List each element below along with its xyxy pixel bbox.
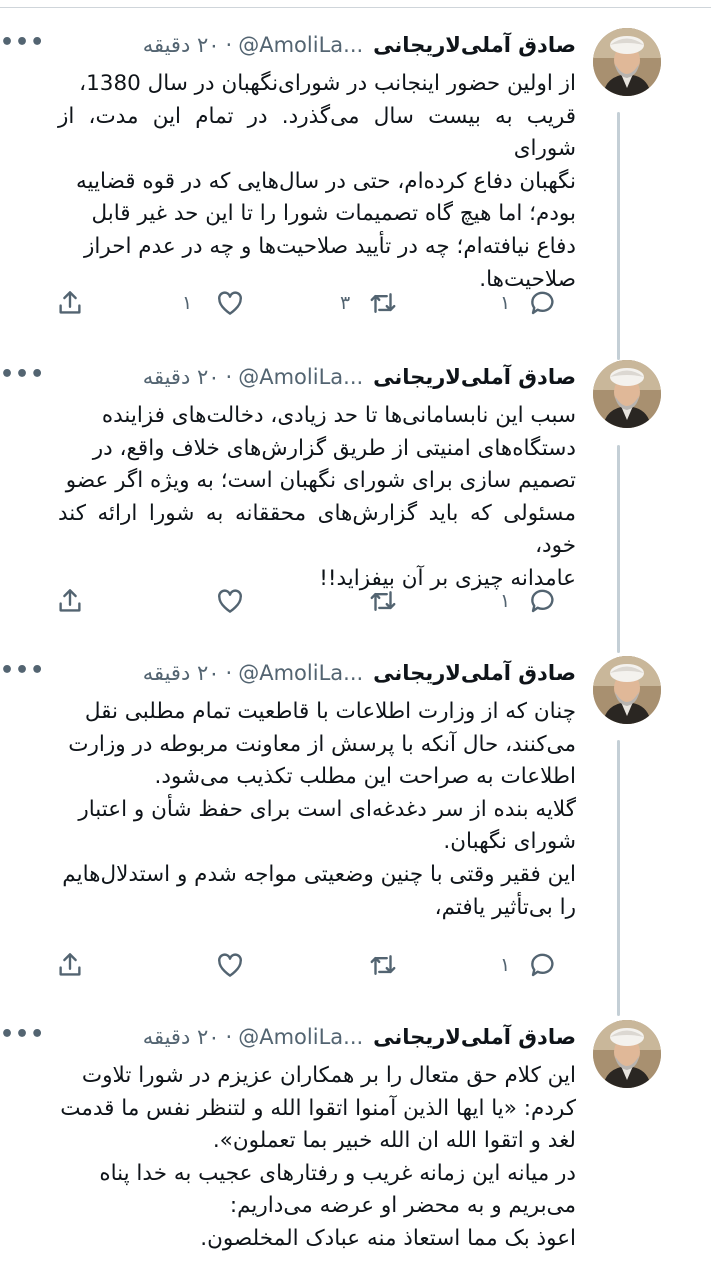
tweet-text-line: چنان که از وزارت اطلاعات با قاطعیت تمام … — [84, 699, 576, 724]
tweet-header: صادق آملی‌لاریجانی @AmoliLa... · ۲۰ دقیق… — [30, 656, 576, 690]
author-name[interactable]: صادق آملی‌لاریجانی — [373, 365, 576, 389]
tweet-text-line: سبب این نابسامانی‌ها تا حد زیادی، دخالت‌… — [101, 403, 576, 428]
share-button[interactable] — [55, 586, 85, 616]
timestamp[interactable]: ۲۰ دقیقه — [143, 1025, 220, 1049]
tweet-text-line: نگهبان دفاع کرده‌ام، حتی در سال‌هایی که … — [76, 168, 576, 194]
reply-button[interactable] — [528, 288, 558, 318]
avatar[interactable] — [593, 1020, 661, 1088]
heart-icon — [218, 291, 242, 315]
share-icon — [59, 953, 81, 976]
tweet-text-line: این کلام حق متعال را بر همکاران عزیزم در… — [81, 1063, 576, 1088]
retweet-icon — [370, 591, 396, 611]
separator-dot: · — [225, 33, 233, 57]
reply-count: ۱ — [500, 954, 511, 976]
tweet-text-line: شورای نگهبان. — [443, 829, 576, 855]
tweet-actions: ۱ — [50, 586, 554, 620]
reply-count: ۱ — [500, 590, 511, 612]
retweet-icon — [370, 955, 396, 975]
tweet[interactable]: صادق آملی‌لاریجانی @AmoliLa... · ۲۰ دقیق… — [0, 1020, 711, 1280]
more-options-icon[interactable]: ••• — [0, 658, 45, 683]
tweet[interactable]: صادق آملی‌لاریجانی @AmoliLa... · ۲۰ دقیق… — [0, 28, 711, 328]
top-divider — [0, 7, 711, 8]
share-icon — [59, 589, 81, 612]
tweet-text-line: تصمیم سازی برای شورای نگهبان است؛ به ویژ… — [65, 468, 576, 494]
tweet-text-line: قریب به بیست سال می‌گذرد. در تمام این مد… — [58, 103, 576, 162]
tweet[interactable]: صادق آملی‌لاریجانی @AmoliLa... · ۲۰ دقیق… — [0, 360, 711, 630]
separator-dot: · — [225, 365, 233, 389]
separator-dot: · — [225, 661, 233, 685]
heart-icon — [218, 589, 242, 613]
more-options-icon[interactable]: ••• — [0, 362, 45, 387]
retweet-button[interactable] — [368, 586, 398, 616]
tweet-text-line: دفاع نیافته‌ام؛ چه در تأیید صلاحیت‌ها و … — [83, 233, 576, 259]
reply-icon — [531, 953, 554, 977]
like-button[interactable] — [215, 586, 245, 616]
author-handle[interactable]: @AmoliLa... — [238, 1025, 363, 1049]
share-icon — [59, 291, 81, 314]
heart-icon — [218, 953, 242, 977]
author-name[interactable]: صادق آملی‌لاریجانی — [373, 33, 576, 57]
like-button[interactable] — [215, 950, 245, 980]
tweet-header: صادق آملی‌لاریجانی @AmoliLa... · ۲۰ دقیق… — [30, 1020, 576, 1054]
like-count: ۱ — [182, 292, 193, 314]
tweet-text-line: لغد و اتقوا الله ان الله خبیر بما تعملون… — [212, 1128, 576, 1154]
tweet-text-line: را بی‌تأثیر یافتم، — [434, 894, 576, 920]
reply-icon — [531, 291, 554, 315]
tweet[interactable]: صادق آملی‌لاریجانی @AmoliLa... · ۲۰ دقیق… — [0, 656, 711, 996]
author-handle[interactable]: @AmoliLa... — [238, 33, 363, 57]
author-handle[interactable]: @AmoliLa... — [238, 661, 363, 685]
avatar[interactable] — [593, 360, 661, 428]
more-options-icon[interactable]: ••• — [0, 30, 45, 55]
reply-button[interactable] — [528, 950, 558, 980]
tweet-text-line: در میانه این زمانه غریب و رفتارهای عجیب … — [99, 1160, 576, 1186]
more-options-icon[interactable]: ••• — [0, 1022, 45, 1047]
retweet-icon — [370, 293, 396, 313]
like-button[interactable] — [215, 288, 245, 318]
author-handle[interactable]: @AmoliLa... — [238, 365, 363, 389]
tweet-text-line: دستگاه‌های امنیتی از طریق گزارش‌های خلاف… — [92, 435, 576, 461]
tweet-header: صادق آملی‌لاریجانی @AmoliLa... · ۲۰ دقیق… — [30, 28, 576, 62]
tweet-text-line: می‌کنند، حال آنکه با پرسش از معاونت مربو… — [68, 731, 576, 757]
share-button[interactable] — [55, 950, 85, 980]
tweet-text-line: اطلاعات به صراحت این مطلب تکذیب می‌شود. — [154, 764, 576, 790]
author-name[interactable]: صادق آملی‌لاریجانی — [373, 1025, 576, 1049]
tweet-header: صادق آملی‌لاریجانی @AmoliLa... · ۲۰ دقیق… — [30, 360, 576, 394]
tweet-actions: ۱ ۳ ۱ — [50, 288, 554, 322]
reply-count: ۱ — [500, 292, 511, 314]
separator-dot: · — [225, 1025, 233, 1049]
tweet-text: این کلام حق متعال را بر همکاران عزیزم در… — [58, 1060, 576, 1256]
tweet-text-line: می‌بریم و به محضر او عرضه می‌داریم: — [229, 1193, 576, 1219]
tweet-text-line: مسئولی که باید گزارش‌های محققانه به شورا… — [58, 500, 576, 559]
tweet-text-line: از اولین حضور اینجانب در شورای‌نگهبان در… — [79, 71, 576, 96]
timestamp[interactable]: ۲۰ دقیقه — [143, 661, 220, 685]
retweet-button[interactable] — [368, 288, 398, 318]
tweet-text-line: بودم؛ اما هیچ گاه تصمیمات شورا را تا این… — [91, 201, 576, 227]
avatar[interactable] — [593, 28, 661, 96]
reply-icon — [531, 589, 554, 613]
retweet-button[interactable] — [368, 950, 398, 980]
tweet-text-line: گلایه بنده از سر دغدغه‌ای است برای حفظ ش… — [78, 796, 576, 822]
tweet-text: از اولین حضور اینجانب در شورای‌نگهبان در… — [58, 68, 576, 296]
reply-button[interactable] — [528, 586, 558, 616]
tweet-actions: ۱ — [50, 950, 554, 984]
retweet-count: ۳ — [340, 292, 351, 314]
tweet-text: سبب این نابسامانی‌ها تا حد زیادی، دخالت‌… — [58, 400, 576, 596]
tweet-text-line: کردم: «یا ایها الذین آمنوا اتقوا الله و … — [60, 1095, 576, 1121]
timestamp[interactable]: ۲۰ دقیقه — [143, 365, 220, 389]
timestamp[interactable]: ۲۰ دقیقه — [143, 33, 220, 57]
share-button[interactable] — [55, 288, 85, 318]
author-name[interactable]: صادق آملی‌لاریجانی — [373, 661, 576, 685]
tweet-text: چنان که از وزارت اطلاعات با قاطعیت تمام … — [58, 696, 576, 924]
tweet-text-line: اعوذ بک مما استعاذ منه عبادک المخلصون. — [200, 1225, 576, 1251]
avatar[interactable] — [593, 656, 661, 724]
tweet-text-line: این فقیر وقتی با چنین وضعیتی مواجه شدم و… — [62, 861, 576, 887]
